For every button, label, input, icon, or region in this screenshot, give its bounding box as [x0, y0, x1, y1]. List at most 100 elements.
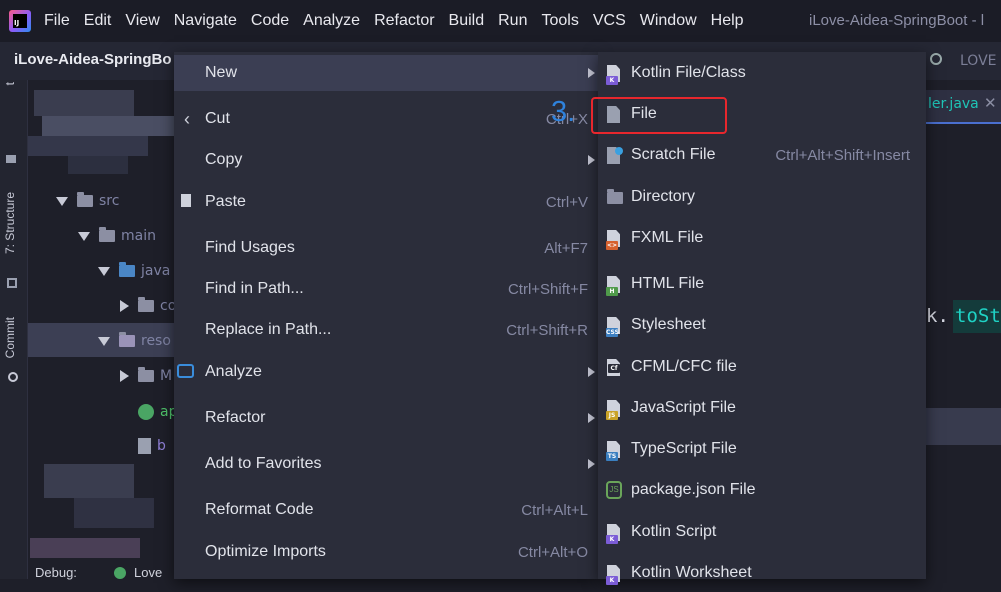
menu-navigate[interactable]: Navigate [167, 0, 244, 42]
menu-vcs[interactable]: VCS [586, 0, 633, 42]
submenu-item-label: Stylesheet [631, 316, 706, 333]
code-token-highlight: toSt [953, 300, 1001, 333]
tree-item-resources[interactable]: reso [98, 329, 171, 353]
new-kotlin-file-class[interactable]: K Kotlin File/Class [598, 54, 926, 92]
kotlin-file-icon: K [606, 65, 622, 85]
folder-icon [607, 189, 623, 204]
ctx-item-label: Cut [205, 110, 230, 127]
menu-code[interactable]: Code [244, 0, 296, 42]
project-tool-label[interactable]: t [3, 82, 17, 85]
resources-folder-icon [119, 332, 135, 347]
submenu-arrow-icon [588, 413, 595, 423]
new-html-file[interactable]: H HTML File [598, 265, 926, 303]
submenu-item-label: TypeScript File [631, 440, 737, 457]
spring-config-icon [138, 404, 154, 420]
collapsed-arrow-icon[interactable] [120, 300, 129, 312]
tree-item-main[interactable]: main [78, 224, 156, 248]
ctx-item-add-to-favorites[interactable]: Add to Favorites [174, 446, 598, 482]
tree-item-label: b [157, 438, 166, 454]
ctx-item-label: Add to Favorites [205, 455, 322, 472]
ctx-item-shortcut: Ctrl+Shift+R [506, 321, 588, 339]
ctx-item-shortcut: Ctrl+Alt+L [521, 501, 588, 519]
submenu-item-label: Scratch File [631, 146, 716, 163]
ctx-item-label: Refactor [205, 409, 266, 426]
menu-file[interactable]: File [37, 0, 77, 42]
expand-arrow-icon[interactable] [98, 336, 110, 346]
ctx-item-find-usages[interactable]: Find Usages Alt+F7 [174, 230, 598, 266]
tree-item-package[interactable]: co [120, 294, 176, 318]
editor-tab[interactable]: ler.java ✕ [926, 90, 1001, 124]
menu-tools[interactable]: Tools [534, 0, 585, 42]
new-kotlin-worksheet[interactable]: K Kotlin Worksheet [598, 554, 926, 592]
ctx-item-replace-in-path[interactable]: Replace in Path... Ctrl+Shift+R [174, 312, 598, 348]
scissors-icon: ‹ [184, 109, 190, 129]
ctx-item-new[interactable]: New [174, 55, 598, 91]
step-number-annotation: 3. [551, 96, 576, 128]
new-kotlin-script[interactable]: K Kotlin Script [598, 513, 926, 551]
blurred-region [30, 538, 140, 558]
tree-item-m-folder[interactable]: M [120, 364, 172, 388]
source-folder-icon [119, 262, 135, 277]
top-tab-label: LOVE [960, 53, 997, 69]
ctx-item-label: Optimize Imports [205, 543, 326, 560]
new-scratch-file[interactable]: Scratch File Ctrl+Alt+Shift+Insert [598, 136, 926, 174]
ctx-item-refactor[interactable]: Refactor [174, 400, 598, 436]
menu-window[interactable]: Window [633, 0, 704, 42]
project-name[interactable]: iLove-Aidea-SpringBo [14, 51, 172, 68]
ctx-item-reformat-code[interactable]: Reformat Code Ctrl+Alt+L [174, 492, 598, 528]
submenu-arrow-icon [588, 459, 595, 469]
package-icon [138, 297, 154, 312]
context-menu: New ‹ Cut Ctrl+X Copy Paste Ctrl+V Find … [174, 52, 598, 579]
new-typescript-file[interactable]: TS TypeScript File [598, 430, 926, 468]
submenu-item-label: CFML/CFC file [631, 358, 737, 375]
tree-item-b-file[interactable]: b [138, 434, 166, 458]
expand-arrow-icon[interactable] [56, 196, 68, 206]
tree-item-app-file[interactable]: ap [138, 400, 177, 424]
ctx-item-cut[interactable]: ‹ Cut Ctrl+X [174, 101, 598, 137]
menu-view[interactable]: View [118, 0, 166, 42]
new-directory[interactable]: Directory [598, 178, 926, 216]
ctx-item-analyze[interactable]: Analyze [174, 354, 598, 390]
menu-run[interactable]: Run [491, 0, 534, 42]
debug-label[interactable]: Debug: [35, 565, 77, 580]
ctx-item-label: Reformat Code [205, 501, 314, 518]
ctx-item-find-in-path[interactable]: Find in Path... Ctrl+Shift+F [174, 271, 598, 307]
blurred-region [28, 136, 148, 156]
tree-item-src[interactable]: src [56, 189, 119, 213]
tree-item-label: M [160, 368, 173, 384]
new-package-json-file[interactable]: JS package.json File [598, 471, 926, 509]
menu-edit[interactable]: Edit [77, 0, 119, 42]
new-cfml-file[interactable]: Cf CFML/CFC file [598, 348, 926, 386]
debug-bar: Debug: Love [28, 565, 174, 580]
run-config-label[interactable]: Love [134, 565, 162, 580]
close-icon[interactable]: ✕ [984, 94, 997, 112]
structure-icon [7, 278, 17, 288]
css-file-icon: CSS [606, 317, 622, 337]
expand-arrow-icon[interactable] [78, 231, 90, 241]
commit-tool-label[interactable]: Commit [3, 317, 17, 358]
top-right-tab[interactable]: LOVE [926, 48, 997, 74]
structure-tool-label[interactable]: 7: Structure [3, 192, 17, 254]
expand-arrow-icon[interactable] [98, 266, 110, 276]
ctx-item-label: Copy [205, 151, 243, 168]
collapsed-arrow-icon[interactable] [120, 370, 129, 382]
new-fxml-file[interactable]: <> FXML File [598, 219, 926, 257]
new-stylesheet[interactable]: CSS Stylesheet [598, 306, 926, 344]
tree-item-java[interactable]: java [98, 259, 170, 283]
tree-item-label: reso [141, 333, 171, 349]
submenu-item-label: package.json File [631, 481, 756, 498]
menu-refactor[interactable]: Refactor [367, 0, 441, 42]
submenu-arrow-icon [588, 68, 595, 78]
menu-help[interactable]: Help [704, 0, 751, 42]
project-tool-icon[interactable] [6, 155, 16, 163]
editor-line-highlight [926, 408, 1001, 445]
menu-analyze[interactable]: Analyze [296, 0, 367, 42]
new-javascript-file[interactable]: JS JavaScript File [598, 389, 926, 427]
intellij-logo-icon: IJ [9, 10, 31, 32]
ctx-item-optimize-imports[interactable]: Optimize Imports Ctrl+Alt+O [174, 534, 598, 570]
clipboard-icon [181, 194, 191, 207]
ctx-item-paste[interactable]: Paste Ctrl+V [174, 184, 598, 220]
ctx-item-shortcut: Ctrl+V [545, 193, 588, 211]
ctx-item-copy[interactable]: Copy [174, 142, 598, 178]
menu-build[interactable]: Build [442, 0, 492, 42]
